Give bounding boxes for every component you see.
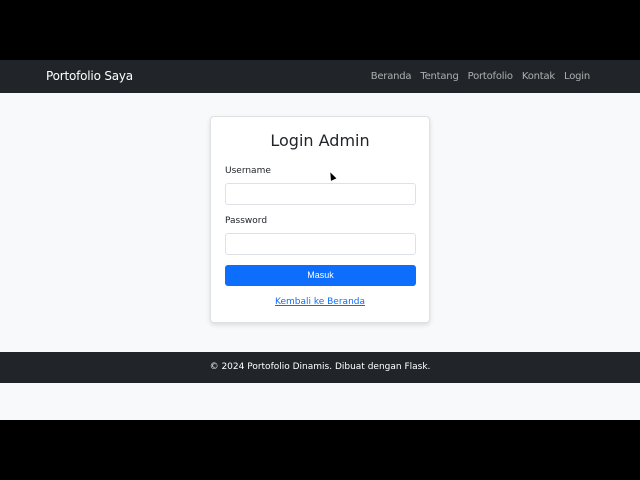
username-label: Username: [225, 166, 271, 176]
navbar-brand[interactable]: Portofolio Saya: [46, 69, 133, 83]
login-title: Login Admin: [270, 131, 370, 150]
below-footer-area: [0, 383, 640, 420]
navbar: Portofolio Saya Beranda Tentang Portofol…: [0, 60, 640, 93]
main-content: Login Admin Username Password Masuk Kemb…: [0, 93, 640, 352]
nav-link-beranda[interactable]: Beranda: [371, 71, 412, 82]
footer: © 2024 Portofolio Dinamis. Dibuat dengan…: [0, 352, 640, 383]
nav-links: Beranda Tentang Portofolio Kontak Login: [371, 71, 591, 82]
nav-link-portofolio[interactable]: Portofolio: [468, 71, 513, 82]
nav-link-kontak[interactable]: Kontak: [522, 71, 555, 82]
login-card: Login Admin Username Password Masuk Kemb…: [210, 116, 430, 323]
username-input[interactable]: [225, 183, 416, 205]
back-home-link[interactable]: Kembali ke Beranda: [211, 297, 429, 307]
nav-link-login[interactable]: Login: [564, 71, 590, 82]
submit-button[interactable]: Masuk: [225, 265, 416, 286]
password-label: Password: [225, 216, 268, 226]
screen-frame: Portofolio Saya Beranda Tentang Portofol…: [0, 0, 640, 480]
nav-link-tentang[interactable]: Tentang: [420, 71, 458, 82]
footer-text: © 2024 Portofolio Dinamis. Dibuat dengan…: [209, 362, 431, 372]
password-input[interactable]: [225, 233, 416, 255]
